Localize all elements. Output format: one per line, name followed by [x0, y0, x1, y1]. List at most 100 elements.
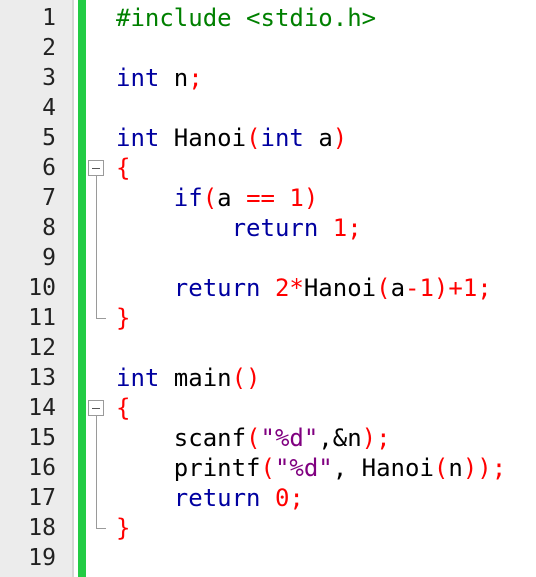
code-token: 2 — [274, 274, 290, 302]
code-text[interactable]: int Hanoi(int a) — [116, 123, 347, 153]
code-line[interactable]: 3 int n; — [0, 63, 536, 93]
code-line[interactable]: 10 return 2*Hanoi(a-1)+1; — [0, 273, 536, 303]
code-token: { — [116, 154, 131, 182]
code-token: a — [390, 274, 406, 302]
code-line[interactable]: 6{ — [0, 153, 536, 183]
line-number: 14 — [28, 395, 56, 421]
code-text[interactable]: int main() — [116, 363, 261, 393]
code-token: ; — [347, 214, 362, 242]
fold-collapse-icon[interactable] — [88, 400, 104, 416]
code-token: - — [405, 274, 420, 302]
code-line[interactable]: 1 #include <stdio.h> — [0, 3, 536, 33]
code-text[interactable]: { — [116, 153, 130, 183]
line-number: 1 — [42, 5, 56, 31]
code-token: == — [246, 184, 275, 212]
code-text[interactable]: scanf("%d",&n); — [116, 423, 391, 453]
code-line[interactable]: 13 int main() — [0, 363, 536, 393]
code-token: #include <stdio.h> — [116, 4, 377, 32]
line-number: 5 — [42, 125, 56, 151]
code-token: 1 — [419, 274, 434, 302]
line-number: 10 — [28, 275, 56, 301]
code-token: ( — [260, 454, 275, 482]
code-text[interactable]: #include <stdio.h> — [116, 3, 376, 33]
code-line[interactable]: 16 printf("%d", Hanoi(n)); — [0, 453, 536, 483]
code-token: int — [116, 64, 160, 92]
code-text[interactable]: } — [116, 513, 130, 543]
code-token: + — [448, 274, 463, 302]
code-token: } — [116, 304, 131, 332]
code-text[interactable]: return 1; — [116, 213, 362, 243]
code-token: ( — [202, 184, 218, 212]
code-token: ( — [433, 454, 449, 482]
line-number: 2 — [42, 35, 56, 61]
code-token: , Hanoi — [332, 454, 434, 482]
code-text[interactable]: return 0; — [116, 483, 304, 513]
line-number: 15 — [28, 425, 56, 451]
code-line[interactable]: 4 — [0, 93, 536, 123]
code-line[interactable]: 15 scanf("%d",&n); — [0, 423, 536, 453]
code-token: ( — [246, 124, 261, 152]
code-line[interactable]: 18} — [0, 513, 536, 543]
line-number: 3 — [42, 65, 56, 91]
code-text[interactable]: return 2*Hanoi(a-1)+1; — [116, 273, 492, 303]
code-token: int — [116, 124, 160, 152]
code-token: 0 — [274, 484, 290, 512]
code-token: { — [116, 394, 131, 422]
code-token: ( — [246, 424, 261, 452]
code-text[interactable]: } — [116, 303, 130, 333]
line-number: 18 — [28, 515, 56, 541]
code-token: ; — [491, 454, 507, 482]
fold-guide-line — [96, 176, 97, 318]
code-token: 1 — [289, 184, 304, 212]
code-text[interactable]: int n; — [116, 63, 203, 93]
code-text[interactable]: printf("%d", Hanoi(n)); — [116, 453, 506, 483]
code-token: n — [159, 64, 189, 92]
code-line[interactable]: 7 if(a == 1) — [0, 183, 536, 213]
code-editor[interactable]: 1 #include <stdio.h> 2 3 int n; 4 5 int Hanoi(i… — [0, 0, 536, 577]
code-token: ) — [332, 124, 348, 152]
code-token: printf — [116, 454, 261, 482]
code-text[interactable]: { — [116, 393, 130, 423]
code-token: a — [217, 184, 247, 212]
code-token: a — [303, 124, 333, 152]
code-token: "%d" — [260, 424, 319, 452]
code-token: 1 — [462, 274, 478, 302]
code-line[interactable]: 12 — [0, 333, 536, 363]
code-token: )) — [462, 454, 492, 482]
line-number: 9 — [42, 245, 56, 271]
code-token: scanf — [116, 424, 247, 452]
code-line[interactable]: 9 — [0, 243, 536, 273]
code-token: return — [116, 274, 261, 302]
code-text[interactable]: if(a == 1) — [116, 183, 319, 213]
code-token: () — [231, 364, 261, 392]
line-number: 17 — [28, 485, 56, 511]
line-number: 11 — [28, 305, 56, 331]
code-token: ( — [376, 274, 391, 302]
fold-end-marker — [96, 528, 106, 529]
code-line[interactable]: 2 — [0, 33, 536, 63]
code-token: "%d" — [274, 454, 333, 482]
code-token: ) — [433, 274, 449, 302]
code-line[interactable]: 11} — [0, 303, 536, 333]
code-token: ; — [188, 64, 203, 92]
fold-collapse-icon[interactable] — [88, 160, 104, 176]
code-line[interactable]: 8 return 1; — [0, 213, 536, 243]
code-line[interactable]: 5 int Hanoi(int a) — [0, 123, 536, 153]
fold-guide-line — [96, 416, 97, 528]
code-line[interactable]: 14 { — [0, 393, 536, 423]
code-line[interactable]: 19 — [0, 543, 536, 573]
code-token: ) — [361, 424, 377, 452]
code-token: int — [116, 364, 160, 392]
code-token: n — [448, 454, 463, 482]
line-number: 13 — [28, 365, 56, 391]
fold-end-marker — [96, 318, 106, 319]
line-number: 7 — [42, 185, 56, 211]
line-number: 12 — [28, 335, 56, 361]
code-token: ) — [303, 184, 319, 212]
code-line[interactable]: 17 return 0; — [0, 483, 536, 513]
code-token: } — [116, 514, 131, 542]
line-number: 8 — [42, 215, 56, 241]
